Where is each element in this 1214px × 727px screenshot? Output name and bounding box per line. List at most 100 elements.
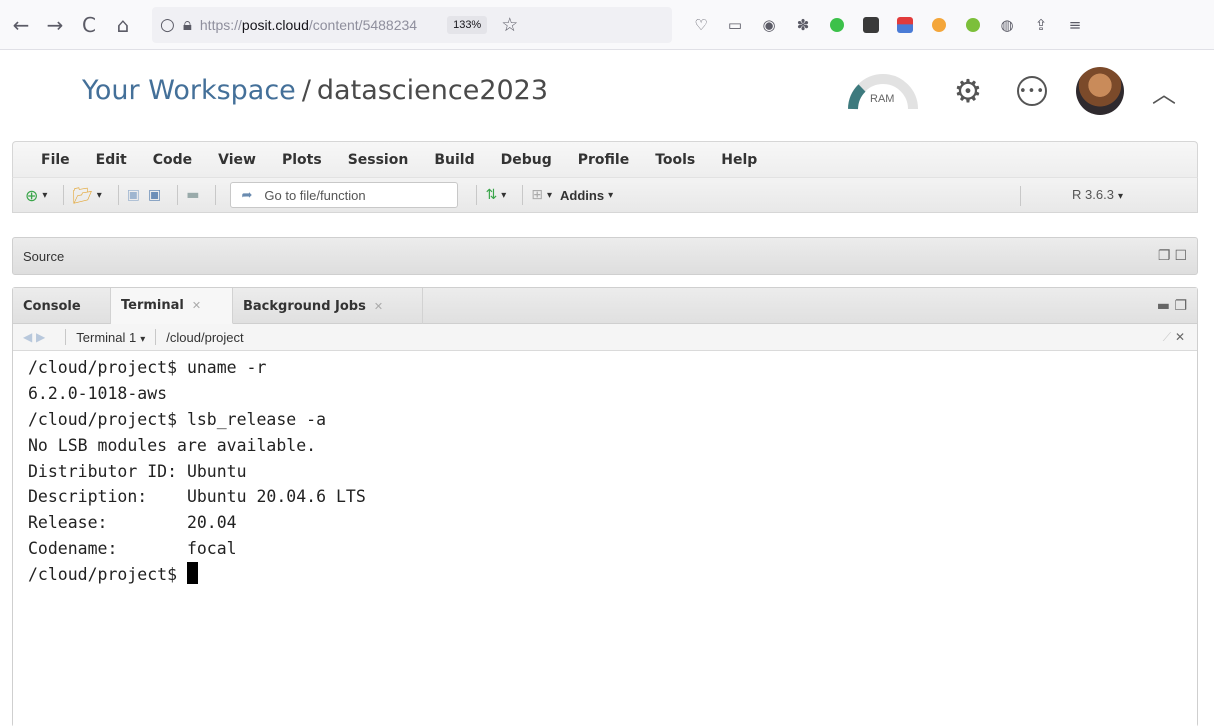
workspace-link[interactable]: Your Workspace	[82, 75, 296, 106]
toolbar-divider	[63, 185, 65, 205]
menu-build[interactable]: Build	[434, 152, 474, 168]
git-icon: ⇅	[485, 187, 498, 203]
pane-layout-button[interactable]: ⊞ ▾	[531, 187, 552, 203]
source-pane-label: Source	[23, 248, 65, 264]
zoom-level-badge[interactable]: 133%	[447, 15, 488, 34]
chevron-down-icon: ▾	[546, 189, 553, 201]
hamburger-menu-icon[interactable]: ≡	[1060, 10, 1090, 40]
grid-icon: ⊞	[531, 187, 543, 203]
menu-plots[interactable]: Plots	[282, 152, 322, 168]
terminal-line: 6.2.0-1018-aws	[28, 383, 168, 403]
menu-help[interactable]: Help	[721, 152, 757, 168]
extensions-row: ♡ ▭ ◉ ✽ ◍ ⇪ ≡	[686, 10, 1090, 40]
chevron-up-icon[interactable]: ︿	[1146, 73, 1182, 109]
tab-background-jobs-label: Background Jobs	[243, 298, 366, 314]
print-icon: ▬	[186, 187, 200, 203]
settings-gear-icon[interactable]: ⚙	[950, 72, 986, 110]
menu-profile[interactable]: Profile	[578, 152, 629, 168]
save-icon: ▣	[126, 187, 141, 203]
save-all-button[interactable]: ▣	[148, 187, 161, 203]
avatar[interactable]	[1076, 67, 1124, 115]
tab-background-jobs[interactable]: Background Jobs ✕	[233, 288, 423, 324]
toolbar-divider	[117, 185, 119, 205]
dark-extension-icon[interactable]	[856, 10, 886, 40]
terminal-line: Description: Ubuntu 20.04.6 LTS	[28, 487, 366, 507]
tab-console[interactable]: Console	[13, 288, 111, 324]
toolbar-divider	[1020, 186, 1021, 206]
green-extension-icon[interactable]	[822, 10, 852, 40]
maximize-pane-icon[interactable]: ☐	[1174, 248, 1187, 264]
terminal-nav-arrows-icon[interactable]: ◀ ▶	[23, 330, 45, 344]
more-options-icon[interactable]: •••	[1014, 73, 1050, 109]
close-terminal-icon[interactable]: ✕	[1175, 330, 1185, 344]
terminal-line: No LSB modules are available.	[28, 435, 317, 455]
rstudio-ide: File Edit Code View Plots Session Build …	[12, 141, 1198, 727]
bookmark-star-icon[interactable]: ☆	[501, 14, 518, 36]
menu-edit[interactable]: Edit	[96, 152, 127, 168]
share-icon[interactable]: ⇪	[1026, 10, 1056, 40]
terminal-line: Codename: focal	[28, 539, 237, 559]
print-button[interactable]: ▬	[186, 187, 199, 203]
version-control-button[interactable]: ⇅ ▾	[485, 187, 506, 203]
toolbar-divider	[65, 329, 67, 345]
save-button[interactable]: ▣	[127, 187, 140, 203]
browser-toolbar: ← → C ⌂ ○ 🔒︎ https://posit.cloud/content…	[0, 0, 1214, 50]
back-button[interactable]: ←	[4, 8, 38, 42]
account-icon[interactable]: ◉	[754, 10, 784, 40]
menu-bar: File Edit Code View Plots Session Build …	[12, 141, 1198, 177]
console-tabs: Console Terminal ✕ Background Jobs ✕ ▬ ❐	[13, 288, 1197, 324]
goto-file-input[interactable]: ➦ Go to file/function	[230, 182, 459, 208]
source-pane-collapsed[interactable]: Source ❐ ☐	[12, 237, 1198, 275]
extension-icon[interactable]: ✽	[788, 10, 818, 40]
clear-broom-icon[interactable]: ⟋	[1163, 330, 1171, 344]
terminal-prompt-line: /cloud/project$	[28, 562, 1197, 588]
minimize-pane-icon[interactable]: ▬	[1157, 298, 1170, 314]
menu-debug[interactable]: Debug	[501, 152, 552, 168]
open-project-button[interactable]: 📂︎ ▾	[72, 186, 101, 205]
close-icon[interactable]: ✕	[192, 299, 201, 312]
green-shield-extension-icon[interactable]	[958, 10, 988, 40]
menu-file[interactable]: File	[41, 152, 70, 168]
menu-tools[interactable]: Tools	[655, 152, 695, 168]
close-icon[interactable]: ✕	[374, 300, 383, 313]
terminal-cursor	[186, 562, 198, 585]
tab-terminal[interactable]: Terminal ✕	[111, 288, 233, 324]
pocket-icon[interactable]: ♡	[686, 10, 716, 40]
url-bar[interactable]: ○ 🔒︎ https://posit.cloud/content/5488234…	[152, 6, 672, 43]
addins-button[interactable]: Addins ▾	[560, 188, 613, 203]
r-version-selector[interactable]: R 3.6.3 ▾	[1072, 187, 1123, 202]
news-extension-icon[interactable]	[890, 10, 920, 40]
reload-button[interactable]: C	[72, 8, 106, 42]
orange-extension-icon[interactable]	[924, 10, 954, 40]
chevron-down-icon: ▾	[140, 333, 146, 345]
ram-label: RAM	[870, 93, 895, 105]
terminal-selector-label: Terminal 1	[76, 329, 137, 345]
privacy-extension-icon[interactable]: ◍	[992, 10, 1022, 40]
toolbar-divider	[177, 185, 179, 205]
open-folder-icon: 📂︎	[72, 185, 93, 205]
workspace-header: Your Workspace / datascience2023 RAM ⚙ •••…	[0, 51, 1214, 131]
chevron-down-icon: ▾	[96, 189, 102, 201]
terminal-line: Release: 20.04	[28, 513, 237, 533]
terminal-selector[interactable]: Terminal 1 ▾	[76, 330, 145, 345]
toolbar-divider	[215, 185, 217, 205]
home-button[interactable]: ⌂	[106, 8, 140, 42]
new-file-button[interactable]: ⊕ ▾	[25, 186, 47, 205]
restore-pane-icon[interactable]: ❐	[1174, 298, 1187, 314]
restore-pane-icon[interactable]: ❐	[1158, 248, 1171, 264]
chevron-down-icon: ▾	[501, 189, 507, 201]
ram-gauge[interactable]: RAM	[848, 73, 918, 111]
reader-view-icon[interactable]: ▭	[720, 10, 750, 40]
terminal-output[interactable]: /cloud/project$ uname -r 6.2.0-1018-aws …	[13, 351, 1197, 727]
toolbar-divider	[522, 185, 524, 205]
toolbar-divider	[476, 185, 478, 205]
goto-arrow-icon: ➦	[241, 187, 253, 203]
url-text: https://posit.cloud/content/5488234	[199, 16, 418, 33]
menu-view[interactable]: View	[218, 152, 256, 168]
forward-button[interactable]: →	[38, 8, 72, 42]
terminal-line: /cloud/project$ lsb_release -a	[28, 409, 327, 429]
menu-session[interactable]: Session	[348, 152, 409, 168]
tab-console-label: Console	[23, 298, 81, 314]
console-pane: Console Terminal ✕ Background Jobs ✕ ▬ ❐ ◀…	[12, 287, 1198, 727]
menu-code[interactable]: Code	[153, 152, 192, 168]
